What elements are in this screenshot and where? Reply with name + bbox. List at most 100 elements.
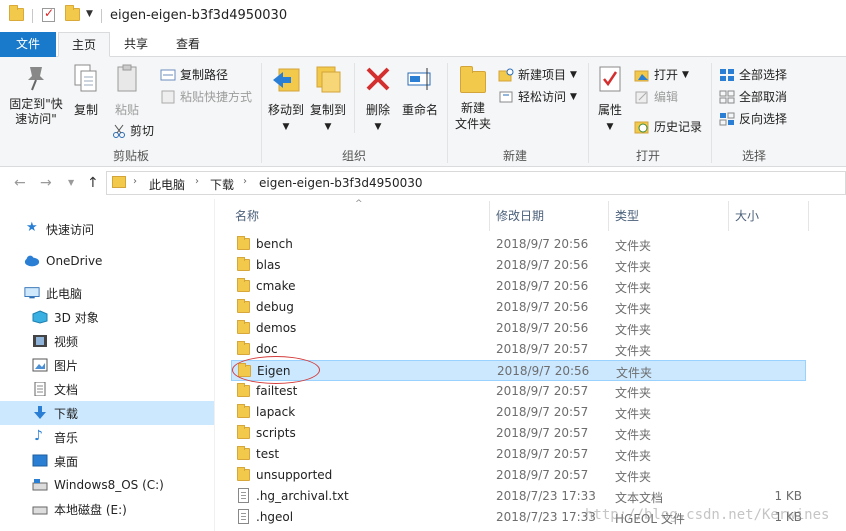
file-date: 2018/9/7 20:56 — [496, 279, 589, 293]
folder-icon — [237, 236, 250, 250]
column-divider[interactable] — [728, 201, 729, 231]
properties-button[interactable]: 属性 ▼ — [593, 63, 627, 132]
breadcrumb-downloads[interactable]: 下载 — [210, 176, 234, 193]
table-row[interactable]: lapack 2018/9/7 20:57 文件夹 — [231, 402, 806, 423]
desktop-icon — [32, 454, 48, 467]
breadcrumb-current[interactable]: eigen-eigen-b3f3d4950030 — [259, 176, 422, 190]
nav-item-drive-c[interactable]: Windows8_OS (C:) — [0, 473, 214, 497]
pin-icon — [28, 67, 44, 91]
table-row[interactable]: scripts 2018/9/7 20:57 文件夹 — [231, 423, 806, 444]
copy-to-button[interactable]: 复制到 ▼ — [308, 63, 348, 132]
table-row[interactable]: debug 2018/9/7 20:56 文件夹 — [231, 297, 806, 318]
file-date: 2018/9/7 20:57 — [496, 384, 589, 398]
new-folder-button[interactable]: 新建 文件夹 — [452, 63, 494, 132]
chevron-right-icon[interactable]: › — [195, 176, 199, 187]
properties-check-icon[interactable] — [42, 6, 55, 22]
tab-home[interactable]: 主页 — [58, 32, 110, 57]
nav-item-desktop[interactable]: 桌面 — [0, 449, 214, 473]
nav-item-drive-e[interactable]: 本地磁盘 (E:) — [0, 497, 214, 521]
select-none-button[interactable]: 全部取消 — [719, 88, 787, 105]
column-header-name[interactable]: 名称 — [235, 207, 259, 224]
file-name: bench — [256, 237, 293, 251]
move-to-label: 移动到 ▼ — [267, 103, 304, 132]
table-row[interactable]: doc 2018/9/7 20:57 文件夹 — [231, 339, 806, 360]
nav-label: 此电脑 — [46, 286, 83, 301]
nav-item-quick-access[interactable]: ★ 快速访问 — [0, 217, 214, 241]
new-folder-icon — [460, 66, 486, 93]
nav-item-3d-objects[interactable]: 3D 对象 — [0, 305, 214, 329]
table-row[interactable]: failtest 2018/9/7 20:57 文件夹 — [231, 381, 806, 402]
nav-label: 视频 — [54, 334, 79, 349]
column-divider[interactable] — [808, 201, 809, 231]
drive-icon — [32, 506, 48, 515]
select-all-button[interactable]: 全部选择 — [719, 66, 787, 83]
copy-button[interactable]: 复制 — [70, 63, 102, 118]
delete-button[interactable]: 删除 ▼ — [362, 63, 394, 132]
column-divider[interactable] — [489, 201, 490, 231]
video-icon — [33, 335, 47, 347]
select-none-icon — [719, 90, 735, 103]
file-date: 2018/9/7 20:56 — [496, 237, 589, 251]
qat-dropdown-icon[interactable]: ▼ — [86, 9, 93, 19]
table-row[interactable]: unsupported 2018/9/7 20:57 文件夹 — [231, 465, 806, 486]
nav-item-onedrive[interactable]: OneDrive — [0, 249, 214, 273]
chevron-right-icon[interactable]: › — [133, 176, 137, 187]
file-type: 文件夹 — [615, 281, 652, 295]
tab-view[interactable]: 查看 — [164, 32, 212, 57]
open-icon — [634, 70, 649, 81]
paste-icon — [117, 64, 137, 92]
nav-item-this-pc[interactable]: 此电脑 — [0, 281, 214, 305]
pin-to-quick-access-button[interactable]: 固定到"快 速访问" — [6, 63, 66, 127]
address-bar[interactable]: › 此电脑 › 下载 › eigen-eigen-b3f3d4950030 — [106, 171, 846, 195]
nav-item-music[interactable]: ♪ 音乐 — [0, 425, 214, 449]
paste-button[interactable]: 粘贴 — [110, 63, 144, 118]
breadcrumb-this-pc[interactable]: 此电脑 — [149, 176, 185, 193]
new-folder-qat-icon[interactable] — [65, 5, 80, 21]
ribbon: 固定到"快 速访问" 复制 粘贴 复制路径 粘贴快捷方式 剪切 剪贴板 移动到 … — [0, 57, 846, 167]
cut-button[interactable]: 剪切 — [112, 122, 154, 139]
table-row[interactable]: test 2018/9/7 20:57 文件夹 — [231, 444, 806, 465]
file-date: 2018/9/7 20:57 — [496, 447, 589, 461]
column-header-type[interactable]: 类型 — [615, 207, 639, 224]
history-button[interactable]: 历史记录 — [634, 118, 702, 135]
paste-label: 粘贴 — [114, 103, 139, 117]
invert-selection-button[interactable]: 反向选择 — [719, 110, 787, 127]
copy-path-button[interactable]: 复制路径 — [160, 66, 228, 83]
chevron-right-icon[interactable]: › — [243, 176, 247, 187]
nav-item-downloads[interactable]: 下载 — [0, 401, 214, 425]
file-type: 文件夹 — [615, 302, 652, 316]
rename-button[interactable]: 重命名 — [400, 63, 440, 118]
separator — [32, 9, 33, 23]
cloud-icon — [24, 255, 40, 267]
delete-icon — [366, 67, 390, 91]
file-icon — [238, 509, 249, 524]
file-type: 文件夹 — [615, 386, 652, 400]
tab-share[interactable]: 共享 — [113, 32, 159, 57]
table-row[interactable]: demos 2018/9/7 20:56 文件夹 — [231, 318, 806, 339]
file-name: doc — [256, 342, 278, 356]
table-row[interactable]: bench 2018/9/7 20:56 文件夹 — [231, 234, 806, 255]
column-header-size[interactable]: 大小 — [735, 207, 759, 224]
column-header-date[interactable]: 修改日期 — [496, 207, 544, 224]
open-button[interactable]: 打开 ▼ — [634, 66, 689, 83]
nav-label: 图片 — [54, 358, 79, 373]
nav-item-pictures[interactable]: 图片 — [0, 353, 214, 377]
back-arrow-icon[interactable]: ← — [14, 175, 26, 191]
nav-label: 桌面 — [54, 454, 79, 469]
forward-arrow-icon[interactable]: → — [40, 175, 52, 191]
nav-item-documents[interactable]: 文档 — [0, 377, 214, 401]
up-arrow-icon[interactable]: ↑ — [87, 175, 99, 191]
table-row[interactable]: cmake 2018/9/7 20:56 文件夹 — [231, 276, 806, 297]
move-to-button[interactable]: 移动到 ▼ — [266, 63, 306, 132]
easy-access-button[interactable]: 轻松访问 ▼ — [498, 88, 577, 105]
edit-button[interactable]: 编辑 — [634, 88, 678, 105]
paste-shortcut-button[interactable]: 粘贴快捷方式 — [160, 88, 252, 105]
table-row[interactable]: .hg_archival.txt 2018/7/23 17:33 文本文档 1 KB — [231, 486, 806, 507]
nav-item-videos[interactable]: 视频 — [0, 329, 214, 353]
recent-dropdown-icon[interactable]: ▼ — [68, 178, 74, 187]
computer-icon — [24, 287, 40, 299]
tab-file[interactable]: 文件 — [0, 32, 56, 57]
new-item-button[interactable]: 新建项目 ▼ — [498, 66, 577, 83]
column-divider[interactable] — [608, 201, 609, 231]
table-row[interactable]: blas 2018/9/7 20:56 文件夹 — [231, 255, 806, 276]
